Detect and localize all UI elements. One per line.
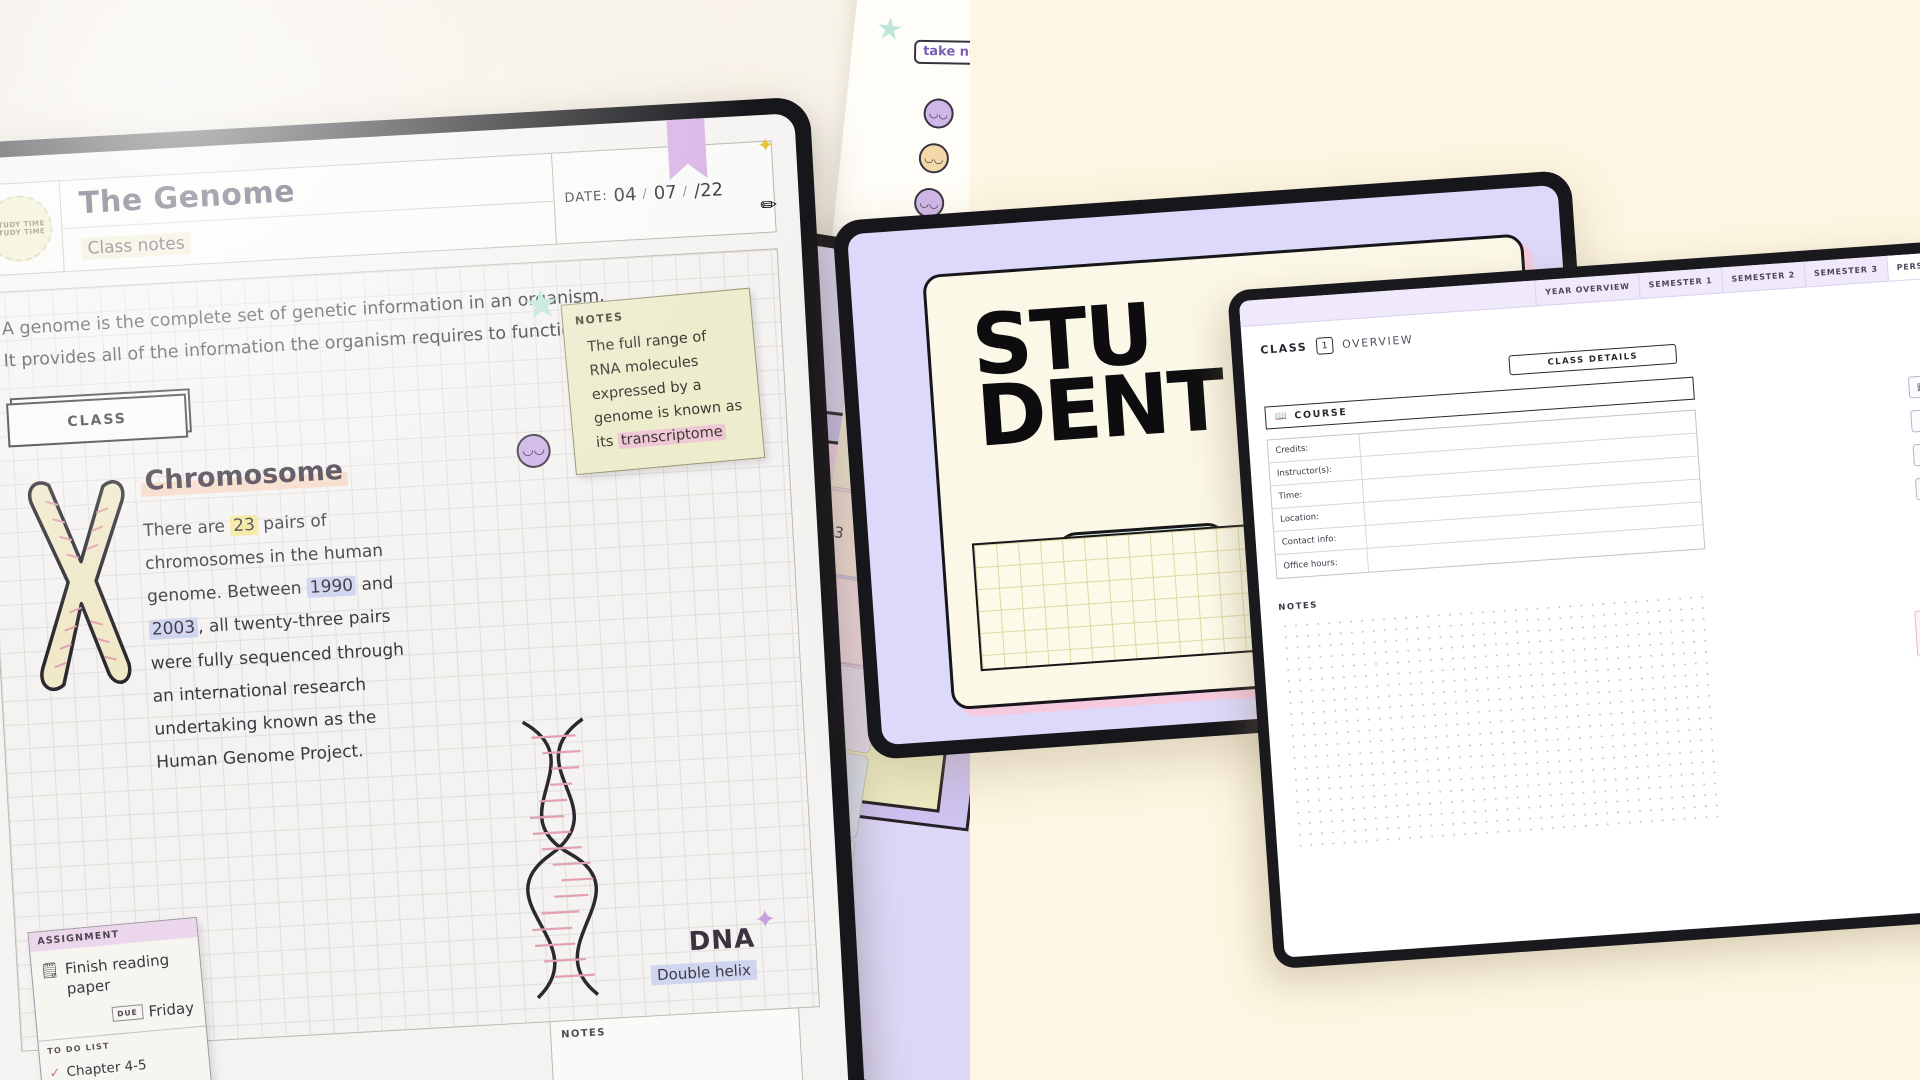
- date-year: /22: [693, 178, 724, 202]
- chromo-hl-23: 23: [229, 514, 259, 537]
- date-month: 07: [653, 181, 678, 204]
- cover-title: STU DENT: [969, 285, 1227, 466]
- overview-label: OVERVIEW: [1341, 333, 1414, 352]
- field-label: Office hours:: [1275, 548, 1370, 579]
- sticky-text-hl: transcriptome: [617, 423, 727, 449]
- chromo-mid2: and: [355, 573, 394, 596]
- check-icon: ✓: [48, 1063, 62, 1080]
- note-icon[interactable]: ▤: [1912, 442, 1920, 467]
- class-details-chip[interactable]: CLASS DETAILS: [1508, 343, 1678, 376]
- due-card[interactable]: [1914, 608, 1920, 657]
- chromosome-x-icon: [27, 480, 132, 691]
- chromosome-illustration: [10, 467, 147, 787]
- class-button[interactable]: CLASS: [6, 393, 189, 448]
- cover-title-line-2: DENT: [973, 350, 1227, 466]
- calendar-icon[interactable]: ▦: [1907, 374, 1920, 399]
- sparkle-star-icon: ✦: [753, 904, 777, 936]
- grid-paper: A genome is the complete set of genetic …: [0, 248, 821, 1080]
- bottom-notes-label: NOTES: [560, 1027, 607, 1041]
- chromosome-heading: Chromosome: [139, 454, 348, 498]
- dna-helix-icon: [521, 717, 600, 1000]
- main-tablet-screen: ✦ ✏ STUDY TIME STUDY TIME The Genome Cla…: [0, 113, 852, 1080]
- sticky-text: The full range of RNA molecules expresse…: [577, 323, 751, 457]
- course-label: COURSE: [1294, 406, 1348, 422]
- chromo-hl-2003: 2003: [148, 617, 199, 641]
- dna-sublabel: Double helix: [650, 959, 758, 986]
- class-overview-tablet: YEAR OVERVIEW SEMESTER 1 SEMESTER 2 SEME…: [1227, 240, 1920, 970]
- class-detail-fields[interactable]: Credits: Instructor(s): Time: Location: …: [1266, 409, 1706, 580]
- date-label: DATE:: [564, 188, 609, 206]
- main-tablet: ✦ ✏ STUDY TIME STUDY TIME The Genome Cla…: [0, 96, 869, 1080]
- todo-item-label: Chapter 4-5: [65, 1056, 148, 1080]
- take-notes-sticker: take notes: [913, 39, 970, 66]
- stamp-circle: STUDY TIME STUDY TIME: [0, 193, 54, 264]
- date-field[interactable]: DATE: 04 / 07 / /22: [550, 141, 776, 244]
- left-scene: ★ take notes ◡◡ ◡◡ ◡◡ ◡◡ ★ Study notes 1…: [0, 0, 970, 1080]
- dna-section: ✦ DNA Double helix: [521, 717, 777, 1000]
- note-edit-icon: 🗒: [39, 960, 60, 980]
- sticky-label: NOTES: [574, 310, 624, 328]
- sidebar-tool-icons[interactable]: ▦ ☰ ▤ ◈: [1907, 374, 1920, 501]
- chromo-hl-1990: 1990: [306, 575, 357, 599]
- class-overview-body: CLASS 1 OVERVIEW CLASS DETAILS 📖 COURSE …: [1241, 278, 1920, 957]
- due-value: Friday: [147, 997, 195, 1020]
- due-label: DUE: [111, 1003, 144, 1022]
- tag-icon[interactable]: ◈: [1914, 476, 1920, 501]
- screenshot-stage: ★ take notes ◡◡ ◡◡ ◡◡ ◡◡ ★ Study notes 1…: [0, 0, 1920, 1080]
- assignment-task-text: Finish reading paper: [64, 950, 170, 998]
- date-day: 04: [613, 183, 638, 206]
- smiley-sticker-icon: ◡◡: [922, 97, 956, 130]
- page-title: The Genome: [78, 174, 296, 222]
- study-time-stamp: STUDY TIME STUDY TIME: [0, 181, 65, 276]
- main-tablet-frame: ✦ ✏ STUDY TIME STUDY TIME The Genome Cla…: [0, 96, 869, 1080]
- date-slash-1: /: [642, 185, 649, 202]
- tab-personal[interactable]: PERS: [1885, 252, 1920, 281]
- chromosome-text: Chromosome There are 23 pairs of chromos…: [130, 431, 785, 780]
- smiley-sticker-icon: ◡◡: [917, 141, 951, 175]
- chromo-pre: There are: [142, 516, 231, 542]
- list-icon[interactable]: ☰: [1910, 408, 1920, 433]
- assignment-card[interactable]: ASSIGNMENT 🗒 Finish reading paper DUE Fr…: [27, 916, 219, 1080]
- class-label: CLASS: [1259, 340, 1308, 357]
- bottom-notes-box[interactable]: NOTES: [549, 1007, 808, 1080]
- class-overview-screen: YEAR OVERVIEW SEMESTER 1 SEMESTER 2 SEME…: [1238, 252, 1920, 958]
- date-slash-2: /: [682, 183, 689, 199]
- chromosome-paragraph: There are 23 pairs of chromosomes in the…: [143, 501, 417, 780]
- class-number-badge[interactable]: 1: [1315, 336, 1334, 355]
- header-middle: The Genome Class notes: [59, 153, 556, 271]
- overview-notes-dotgrid[interactable]: [1279, 591, 1725, 851]
- page-subtitle: Class notes: [80, 232, 192, 261]
- chromosome-section: Chromosome There are 23 pairs of chromos…: [10, 431, 784, 787]
- star-sticker-icon: ★: [521, 280, 562, 330]
- pencil-icon[interactable]: ✏: [760, 192, 778, 217]
- book-icon: 📖: [1274, 410, 1289, 423]
- notes-sticky[interactable]: ★ ◡◡ NOTES The full range of RNA molecul…: [515, 280, 766, 475]
- star-sticker-icon: ★: [874, 10, 905, 49]
- sparkle-icon: ✦: [756, 132, 775, 158]
- right-scene: STU DENT PLANNER BY @WILDBERRYPLANNER YE…: [832, 0, 1920, 1080]
